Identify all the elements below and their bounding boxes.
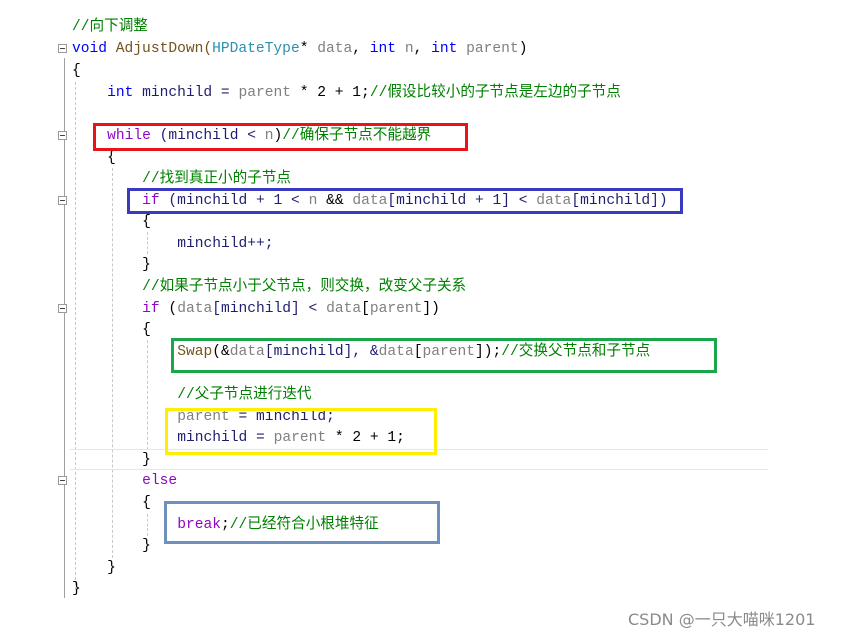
code-line[interactable]: //如果子节点小于父节点，则交换，改变父子关系 xyxy=(142,276,466,298)
code-token: //假设比较小的子节点是左边的子节点 xyxy=(369,85,621,101)
collapse-toggle-icon[interactable] xyxy=(58,131,67,140)
code-line[interactable]: } xyxy=(142,449,151,471)
code-token: if xyxy=(142,301,160,317)
code-line[interactable]: //向下调整 xyxy=(72,16,148,38)
code-token: * xyxy=(299,41,318,57)
code-token: AdjustDown( xyxy=(107,41,213,57)
code-token: minchild++; xyxy=(177,236,274,252)
code-token: , xyxy=(352,41,370,57)
code-token: data xyxy=(177,301,213,317)
code-line[interactable]: if (data[minchild] < data[parent]) xyxy=(142,298,440,320)
code-token: int xyxy=(431,41,458,57)
code-token: } xyxy=(107,560,116,576)
code-line[interactable]: } xyxy=(72,578,81,600)
code-token: void xyxy=(72,41,108,57)
code-token: minchild = xyxy=(133,85,239,101)
code-token: HPDateType xyxy=(212,41,300,57)
highlight-box-slate xyxy=(164,501,440,544)
code-line[interactable]: //父子节点进行迭代 xyxy=(177,384,311,406)
watermark: CSDN @一只大喵咪1201 xyxy=(628,610,816,629)
collapse-toggle-icon[interactable] xyxy=(58,196,67,205)
indent-guide xyxy=(112,168,113,558)
code-token: ]) xyxy=(422,301,440,317)
collapse-toggle-icon[interactable] xyxy=(58,304,67,313)
code-token: //找到真正小的子节点 xyxy=(142,171,292,187)
code-line[interactable]: } xyxy=(142,535,151,557)
code-token: else xyxy=(142,473,178,489)
code-token: [minchild] < xyxy=(212,301,327,317)
highlight-box-red xyxy=(93,123,468,151)
code-line[interactable]: //找到真正小的子节点 xyxy=(142,168,291,190)
highlight-box-yellow xyxy=(165,408,437,455)
code-token: { xyxy=(72,63,81,79)
indent-guide xyxy=(147,232,148,254)
collapse-toggle-icon[interactable] xyxy=(58,476,67,485)
code-line[interactable]: { xyxy=(142,492,151,514)
code-token: { xyxy=(107,150,116,166)
code-token: int xyxy=(369,41,397,57)
code-line[interactable]: } xyxy=(107,557,116,579)
code-token: n xyxy=(404,41,414,57)
highlight-box-blue xyxy=(127,188,683,214)
code-token: //如果子节点小于父节点，则交换，改变父子关系 xyxy=(142,279,467,295)
code-token: parent xyxy=(238,85,291,101)
code-token: } xyxy=(142,257,151,273)
code-line[interactable]: else xyxy=(142,470,177,492)
code-token: //向下调整 xyxy=(72,19,148,35)
code-line[interactable]: int minchild = parent * 2 + 1;//假设比较小的子节… xyxy=(107,82,621,104)
code-token: } xyxy=(72,581,81,597)
collapse-toggle-icon[interactable] xyxy=(58,44,67,53)
indent-guide xyxy=(147,340,148,450)
code-token: { xyxy=(142,214,151,230)
code-token: parent xyxy=(466,41,519,57)
code-line[interactable]: void AdjustDown(HPDateType* data, int n,… xyxy=(72,38,527,60)
code-token: parent xyxy=(369,301,423,317)
code-line[interactable]: { xyxy=(142,211,151,233)
code-token: //父子节点进行迭代 xyxy=(177,387,312,403)
code-token: , xyxy=(413,41,432,57)
code-token: } xyxy=(142,452,151,468)
code-token: data xyxy=(326,301,362,317)
code-token: ( xyxy=(159,301,178,317)
highlight-box-green xyxy=(171,338,717,373)
code-line[interactable]: minchild++; xyxy=(177,233,273,255)
indent-guide xyxy=(147,514,148,536)
code-token: data xyxy=(317,41,353,57)
code-line[interactable]: { xyxy=(72,60,81,82)
code-token: ) xyxy=(518,41,528,57)
code-line[interactable]: { xyxy=(142,319,151,341)
code-token: [ xyxy=(361,301,370,317)
code-token: * 2 + 1; xyxy=(291,85,370,101)
code-token: { xyxy=(142,495,151,511)
code-line[interactable]: } xyxy=(142,254,151,276)
code-token: } xyxy=(142,538,151,554)
code-token: { xyxy=(142,322,151,338)
code-token: int xyxy=(107,85,134,101)
indent-guide xyxy=(75,82,76,590)
